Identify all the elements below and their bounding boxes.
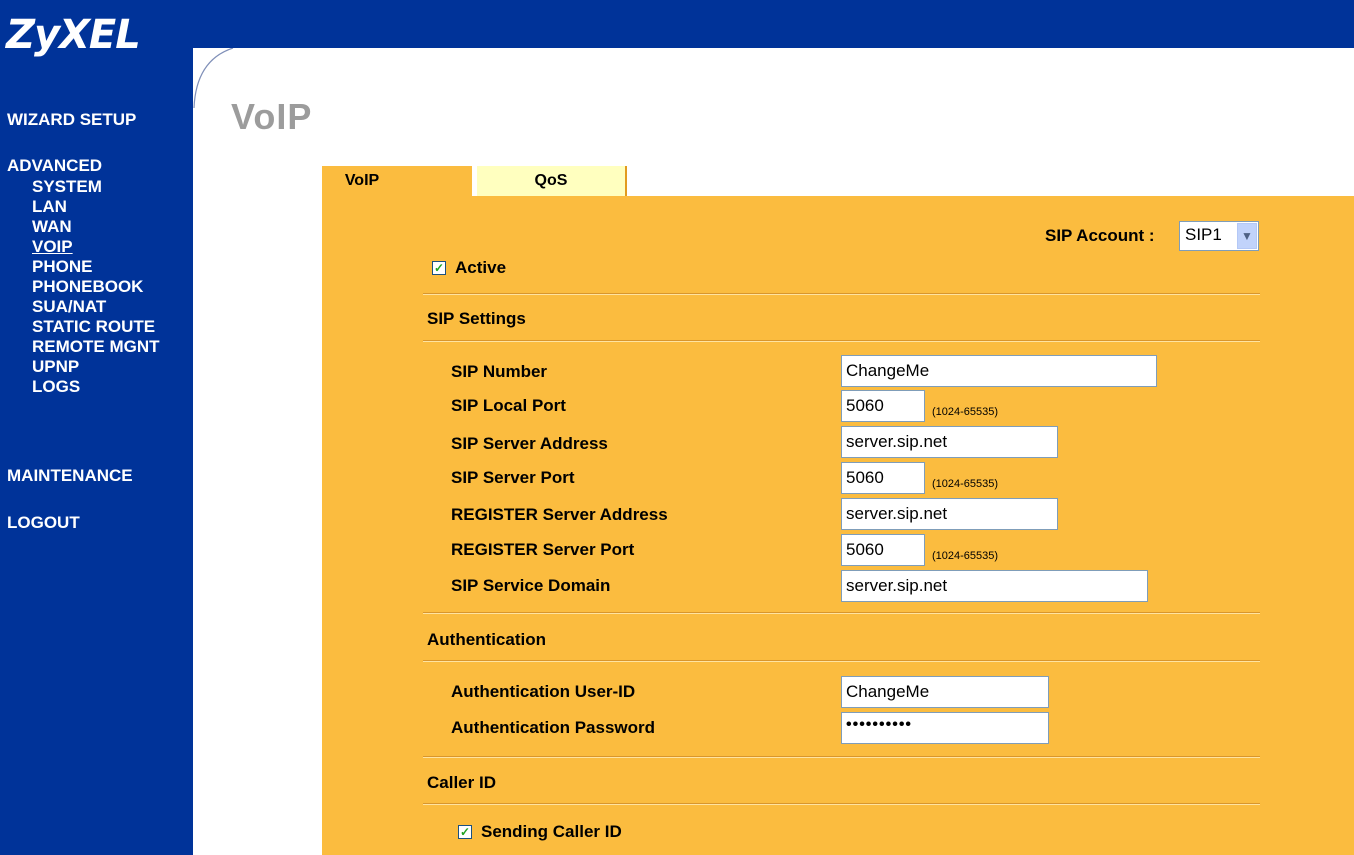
sidebar-item-lan[interactable]: LAN <box>32 198 67 216</box>
divider <box>423 660 1260 662</box>
caller-id-heading: Caller ID <box>427 773 496 792</box>
tab-voip[interactable]: VoIP <box>322 166 472 196</box>
sip-service-domain-input[interactable] <box>841 570 1148 602</box>
active-label: Active <box>455 258 507 277</box>
auth-password-label: Authentication Password <box>451 718 656 737</box>
sidebar-item-logout[interactable]: LOGOUT <box>7 514 80 532</box>
sip-number-label: SIP Number <box>451 362 548 381</box>
sidebar-item-upnp[interactable]: UPNP <box>32 358 79 376</box>
authentication-heading: Authentication <box>427 630 546 649</box>
sidebar-item-sua-nat[interactable]: SUA/NAT <box>32 298 106 316</box>
sidebar: ZyXEL WIZARD SETUP ADVANCED SYSTEM LAN W… <box>0 0 193 855</box>
sidebar-item-remote-mgnt[interactable]: REMOTE MGNT <box>32 338 160 356</box>
page-title: VoIP <box>231 96 313 137</box>
auth-user-id-label: Authentication User-ID <box>451 682 636 701</box>
sip-server-port-range: (1024-65535) <box>932 478 999 490</box>
sidebar-item-system[interactable]: SYSTEM <box>32 178 102 196</box>
sip-local-port-range: (1024-65535) <box>932 406 999 418</box>
sidebar-item-wan[interactable]: WAN <box>32 218 72 236</box>
sip-account-label: SIP Account : <box>1045 226 1155 245</box>
sidebar-item-voip[interactable]: VOIP <box>32 238 73 256</box>
tab-voip-label: VoIP <box>344 172 380 189</box>
sip-server-port-label: SIP Server Port <box>451 468 575 487</box>
tab-qos[interactable]: QoS <box>477 166 627 196</box>
sidebar-item-logs[interactable]: LOGS <box>32 378 80 396</box>
sidebar-item-phone[interactable]: PHONE <box>32 258 92 276</box>
auth-user-id-input[interactable] <box>841 676 1049 708</box>
top-banner <box>193 0 1354 48</box>
divider <box>423 803 1260 805</box>
register-server-port-input[interactable] <box>841 534 925 566</box>
sip-server-address-input[interactable] <box>841 426 1058 458</box>
sidebar-item-advanced[interactable]: ADVANCED <box>7 157 102 175</box>
divider <box>423 293 1260 295</box>
active-checkbox[interactable]: ✓ <box>432 261 446 275</box>
divider <box>423 612 1260 614</box>
sip-local-port-label: SIP Local Port <box>451 396 566 415</box>
divider <box>423 756 1260 758</box>
sip-service-domain-label: SIP Service Domain <box>451 576 611 595</box>
sidebar-item-static-route[interactable]: STATIC ROUTE <box>32 318 155 336</box>
register-server-port-range: (1024-65535) <box>932 550 999 562</box>
divider <box>423 340 1260 342</box>
auth-password-input[interactable]: •••••••••• <box>841 712 1049 744</box>
tab-bar: VoIP QoS <box>322 166 628 196</box>
sip-account-value: SIP1 <box>1185 225 1222 244</box>
tab-qos-label: QoS <box>534 172 568 189</box>
sip-number-input[interactable] <box>841 355 1157 387</box>
sending-caller-id-checkbox[interactable]: ✓ <box>458 825 472 839</box>
sip-account-select[interactable]: SIP1 ▼ <box>1179 221 1259 251</box>
register-server-port-label: REGISTER Server Port <box>451 540 635 559</box>
sip-server-address-label: SIP Server Address <box>451 434 608 453</box>
sip-settings-heading: SIP Settings <box>427 309 526 328</box>
sip-local-port-input[interactable] <box>841 390 925 422</box>
register-server-address-input[interactable] <box>841 498 1058 530</box>
chevron-down-icon[interactable]: ▼ <box>1237 223 1257 249</box>
sidebar-item-maintenance[interactable]: MAINTENANCE <box>7 467 133 485</box>
sip-server-port-input[interactable] <box>841 462 925 494</box>
zyxel-logo: ZyXEL <box>6 12 141 58</box>
sidebar-item-phonebook[interactable]: PHONEBOOK <box>32 278 143 296</box>
sending-caller-id-label: Sending Caller ID <box>481 822 622 841</box>
sidebar-item-wizard-setup[interactable]: WIZARD SETUP <box>7 111 136 129</box>
register-server-address-label: REGISTER Server Address <box>451 505 668 524</box>
